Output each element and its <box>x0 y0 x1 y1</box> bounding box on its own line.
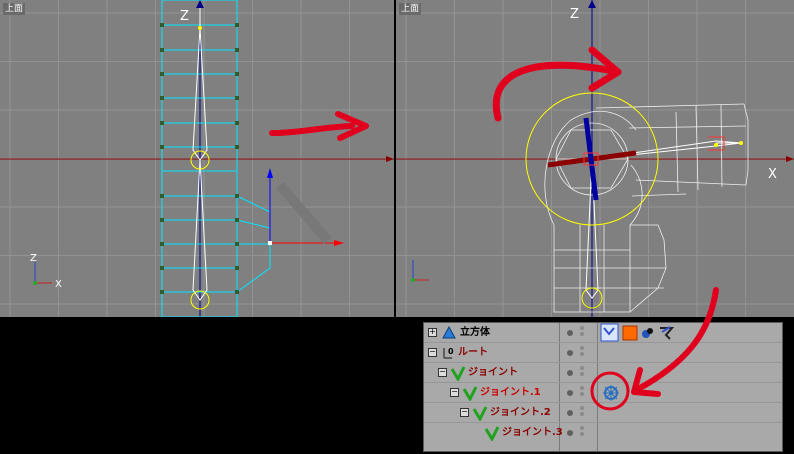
render-visibility-dots[interactable] <box>580 386 584 400</box>
render-visibility-dots[interactable] <box>580 346 584 360</box>
z-axis-arrowhead <box>196 0 204 8</box>
object-row-joint[interactable]: − ジョイント <box>424 363 782 383</box>
viewport-right-canvas[interactable]: Z X <box>396 0 794 317</box>
axis-label-z: Z <box>180 9 189 24</box>
joint-object-icon <box>450 366 466 381</box>
object-name[interactable]: ルート <box>458 346 488 359</box>
object-name[interactable]: 立方体 <box>460 326 490 339</box>
joint-object-icon <box>484 426 500 441</box>
visibility-dot[interactable] <box>567 370 573 376</box>
object-row-joint-3[interactable]: ジョイント.3 <box>424 423 782 443</box>
object-tags[interactable] <box>600 323 700 343</box>
render-visibility-dots[interactable] <box>580 326 584 340</box>
ik-tag-icon[interactable] <box>602 384 620 402</box>
expand-toggle[interactable]: − <box>450 388 459 397</box>
joint-object-icon <box>462 386 478 401</box>
gizmo-label-z: Z <box>30 253 37 264</box>
expand-toggle[interactable]: + <box>428 328 437 337</box>
joint-tip <box>198 26 202 30</box>
viewport-title[interactable]: 上面 <box>399 3 422 15</box>
object-name[interactable]: ジョイント <box>468 366 518 379</box>
expand-toggle[interactable]: − <box>460 408 469 417</box>
visibility-dot[interactable] <box>567 410 573 416</box>
expand-toggle[interactable]: − <box>438 368 447 377</box>
world-orientation-gizmo: Z X <box>30 253 62 290</box>
expand-toggle[interactable]: − <box>428 348 437 357</box>
x-axis-arrowhead <box>386 156 394 162</box>
world-orientation-gizmo <box>411 260 429 282</box>
cube-object-icon <box>442 326 456 339</box>
visibility-dot[interactable] <box>567 350 573 356</box>
null-object-icon: 0 <box>443 347 454 359</box>
gizmo-label-x: X <box>55 279 62 290</box>
visibility-dot[interactable] <box>567 390 573 396</box>
x-axis-arrowhead <box>786 156 794 162</box>
z-axis-arrowhead <box>588 0 596 8</box>
material-tag-icon <box>622 325 638 341</box>
visibility-dot[interactable] <box>567 430 573 436</box>
visibility-dot[interactable] <box>567 330 573 336</box>
viewport-title[interactable]: 上面 <box>3 3 26 15</box>
object-row-cube[interactable]: + 立方体 <box>424 323 782 343</box>
null-object-badge: 0 <box>448 347 454 356</box>
object-name[interactable]: ジョイント.2 <box>490 406 551 419</box>
joint-tip <box>739 141 743 145</box>
object-row-joint-2[interactable]: − ジョイント.2 <box>424 403 782 423</box>
object-row-joint-1[interactable]: − ジョイント.1 <box>424 383 782 403</box>
viewport-left-top-view[interactable]: Z Z X 上面 <box>0 0 394 317</box>
render-visibility-dots[interactable] <box>580 406 584 420</box>
render-visibility-dots[interactable] <box>580 366 584 380</box>
viewport-right-top-view[interactable]: Z X 上面 <box>396 0 794 317</box>
object-manager-panel[interactable]: + 立方体 − 0 ルート − ジョイント − ジョイント.1 − ジョイント.… <box>423 322 783 452</box>
joint-2-point <box>714 143 718 147</box>
annotation-arrow-right <box>269 111 369 141</box>
render-visibility-dots[interactable] <box>580 426 584 440</box>
bent-mesh-wireframe <box>544 103 749 313</box>
object-row-root[interactable]: − 0 ルート <box>424 343 782 363</box>
object-name[interactable]: ジョイント.1 <box>480 386 541 399</box>
axis-label-z: Z <box>570 7 579 22</box>
joint-object-icon <box>472 406 488 421</box>
object-name[interactable]: ジョイント.3 <box>502 426 563 439</box>
viewport-left-canvas[interactable]: Z Z X <box>0 0 394 317</box>
axis-label-x: X <box>768 167 777 182</box>
